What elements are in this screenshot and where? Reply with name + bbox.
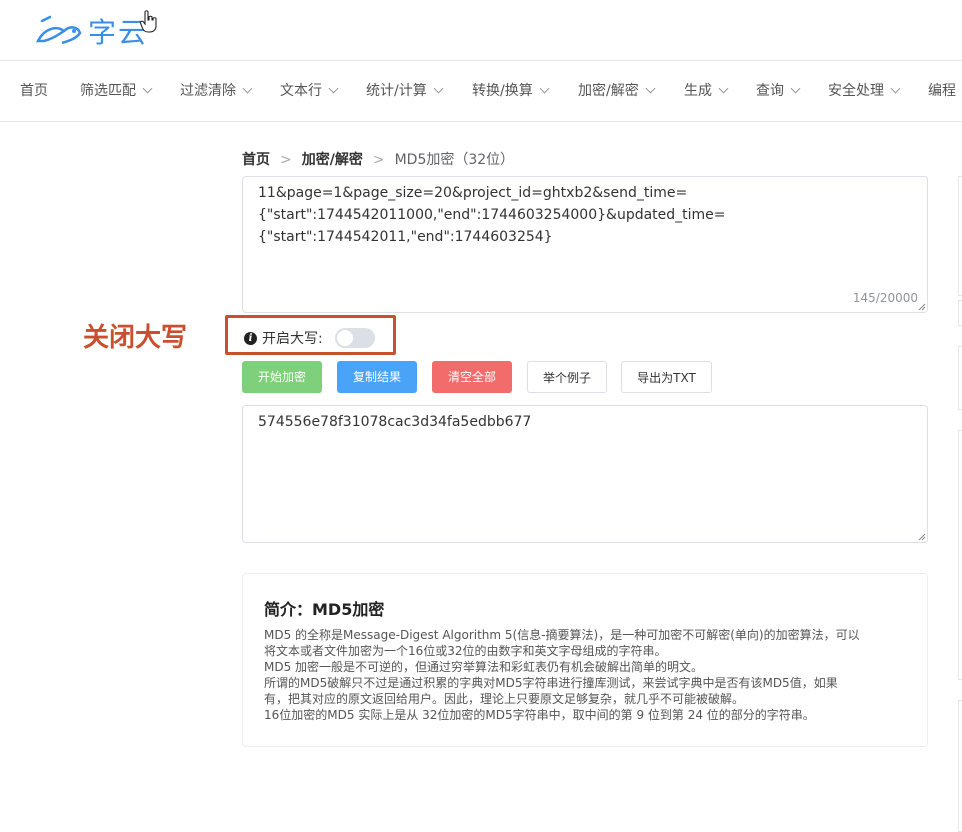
nav-item-text-lines[interactable]: 文本行 xyxy=(280,61,339,121)
nav-item-filter-match[interactable]: 筛选匹配 xyxy=(80,61,153,121)
resize-handle-icon[interactable] xyxy=(918,533,926,541)
nav-item-label: 编程 xyxy=(928,83,956,99)
site-header: 字云 xyxy=(0,0,962,61)
intro-title: 简介：MD5加密 xyxy=(264,600,385,619)
output-value: 574556e78f31078cac3d34fa5edbb677 xyxy=(258,414,532,430)
nav-item-crypto[interactable]: 加密/解密 xyxy=(578,61,656,121)
nav-item-label: 安全处理 xyxy=(828,83,884,99)
uppercase-switch[interactable] xyxy=(334,328,375,348)
hand-cursor-icon xyxy=(140,10,157,33)
uppercase-toggle-row: i 开启大写: xyxy=(244,328,375,348)
clear-all-button[interactable]: 清空全部 xyxy=(432,361,512,393)
logo-bird-icon xyxy=(35,15,82,45)
nav-item-label: 转换/换算 xyxy=(472,83,533,99)
nav-item-query[interactable]: 查询 xyxy=(756,61,801,121)
input-textarea[interactable]: 11&page=1&page_size=20&project_id=ghtxb2… xyxy=(242,176,928,313)
switch-knob xyxy=(336,330,353,346)
nav-item-label: 筛选匹配 xyxy=(80,83,136,99)
chevron-down-icon xyxy=(890,83,901,94)
chevron-down-icon xyxy=(242,83,253,94)
input-line: {"start":1744542011,"end":1744603254} xyxy=(258,229,553,245)
nav-item-label: 文本行 xyxy=(280,83,322,99)
nav-item-label: 首页 xyxy=(20,83,48,99)
intro-line: MD5 加密一般是不可逆的，但通过穷举算法和彩虹表仍有机会破解出简单的明文。 xyxy=(264,660,704,674)
copy-result-button[interactable]: 复制结果 xyxy=(337,361,417,393)
breadcrumb-separator-icon: > xyxy=(372,152,385,168)
output-textarea[interactable]: 574556e78f31078cac3d34fa5edbb677 xyxy=(242,405,928,543)
side-panel xyxy=(958,300,962,326)
nav-item-convert[interactable]: 转换/换算 xyxy=(472,61,550,121)
nav-item-label: 加密/解密 xyxy=(578,83,639,99)
intro-line: MD5 的全称是Message-Digest Algorithm 5(信息-摘要… xyxy=(264,628,860,642)
chevron-down-icon xyxy=(328,83,339,94)
annotation-label: 关闭大写 xyxy=(83,323,188,353)
export-txt-button[interactable]: 导出为TXT xyxy=(621,361,712,393)
side-panel xyxy=(958,430,962,680)
breadcrumb-current: MD5加密（32位） xyxy=(394,152,515,168)
intro-body: MD5 的全称是Message-Digest Algorithm 5(信息-摘要… xyxy=(264,627,914,723)
nav-item-label: 过滤清除 xyxy=(180,83,236,99)
nav-item-home[interactable]: 首页 xyxy=(20,61,48,121)
info-icon: i xyxy=(244,331,257,345)
nav-item-label: 查询 xyxy=(756,83,784,99)
char-counter: 145/20000 xyxy=(852,291,918,305)
intro-line: 所谓的MD5破解只不过是通过积累的字典对MD5字符串进行撞库测试，来尝试字典中是… xyxy=(264,676,838,690)
resize-handle-icon[interactable] xyxy=(918,303,926,311)
nav-item-label: 生成 xyxy=(684,83,712,99)
site-logo[interactable]: 字云 xyxy=(34,8,148,54)
chevron-down-icon xyxy=(790,83,801,94)
nav-item-stats[interactable]: 统计/计算 xyxy=(366,61,444,121)
encrypt-button[interactable]: 开始加密 xyxy=(242,361,322,393)
input-line: 11&page=1&page_size=20&project_id=ghtxb2… xyxy=(258,185,688,201)
nav-item-programming[interactable]: 编程 xyxy=(928,61,956,121)
nav-item-security[interactable]: 安全处理 xyxy=(828,61,901,121)
chevron-down-icon xyxy=(433,83,444,94)
chevron-down-icon xyxy=(539,83,550,94)
nav-item-filter-clear[interactable]: 过滤清除 xyxy=(180,61,253,121)
side-panel xyxy=(958,346,962,410)
logo-text: 字云 xyxy=(88,16,149,49)
input-line: {"start":1744542011000,"end":17446032540… xyxy=(258,207,726,223)
intro-line: 有，把其对应的原文返回给用户。因此，理论上只要原文足够复杂，就几乎不可能被破解。 xyxy=(264,692,745,706)
breadcrumb-home[interactable]: 首页 xyxy=(242,152,270,168)
breadcrumb-category[interactable]: 加密/解密 xyxy=(302,152,363,168)
intro-card: 简介：MD5加密 MD5 的全称是Message-Digest Algorith… xyxy=(242,573,928,747)
intro-line: 16位加密的MD5 实际上是从 32位加密的MD5字符串中，取中间的第 9 位到… xyxy=(264,708,815,722)
chevron-down-icon xyxy=(142,83,153,94)
example-button[interactable]: 举个例子 xyxy=(527,361,607,393)
breadcrumb: 首页 > 加密/解密 > MD5加密（32位） xyxy=(242,149,514,169)
side-panel xyxy=(958,176,962,296)
chevron-down-icon xyxy=(718,83,729,94)
nav-item-generate[interactable]: 生成 xyxy=(684,61,729,121)
nav-item-label: 统计/计算 xyxy=(366,83,427,99)
breadcrumb-separator-icon: > xyxy=(280,152,292,168)
main-nav: 首页 筛选匹配 过滤清除 文本行 统计/计算 转换/换算 加密/解密 生成 查询… xyxy=(0,61,962,122)
uppercase-toggle-label: 开启大写: xyxy=(262,331,323,347)
chevron-down-icon xyxy=(645,83,656,94)
side-panel xyxy=(958,700,962,832)
intro-line: 将文本或者文件加密为一个16位或32位的由数字和英文字母组成的字符串。 xyxy=(264,644,667,658)
